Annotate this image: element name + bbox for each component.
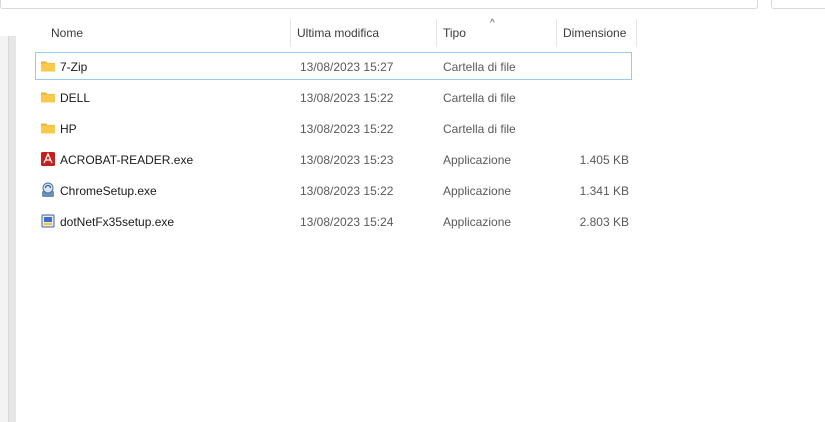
file-type: Applicazione: [443, 153, 512, 167]
file-row[interactable]: ChromeSetup.exe 13/08/2023 15:22 Applica…: [35, 176, 632, 204]
file-name: HP: [60, 122, 77, 136]
file-modified: 13/08/2023 15:23: [300, 153, 394, 167]
file-name: ACROBAT-READER.exe: [60, 153, 194, 167]
file-type: Cartella di file: [443, 60, 516, 74]
file-type: Applicazione: [443, 184, 512, 198]
folder-icon: [40, 58, 56, 74]
file-name: 7-Zip: [60, 60, 88, 74]
navigation-scrollbar[interactable]: [8, 36, 16, 422]
folder-icon: [40, 89, 56, 105]
file-name: dotNetFx35setup.exe: [60, 215, 175, 229]
column-header-size[interactable]: Dimensione: [557, 19, 637, 47]
file-size: 1.405 KB: [579, 153, 629, 167]
column-header-type[interactable]: Tipo: [437, 19, 557, 47]
file-type: Applicazione: [443, 215, 512, 229]
file-size: 2.803 KB: [579, 215, 629, 229]
file-row[interactable]: dotNetFx35setup.exe 13/08/2023 15:24 App…: [35, 207, 632, 235]
file-row[interactable]: ACROBAT-READER.exe 13/08/2023 15:23 Appl…: [35, 145, 632, 173]
column-header-bar: Nome Ultima modifica Tipo Dimensione ^: [36, 18, 637, 47]
file-size: [556, 115, 629, 141]
navigation-pane-edge: [0, 36, 16, 422]
file-row[interactable]: DELL 13/08/2023 15:22 Cartella di file: [35, 83, 632, 111]
address-bar[interactable]: [0, 0, 758, 9]
file-row[interactable]: 7-Zip 13/08/2023 15:27 Cartella di file: [35, 52, 632, 80]
file-modified: 13/08/2023 15:24: [300, 215, 394, 229]
column-header-name[interactable]: Nome: [36, 19, 291, 47]
file-type: Cartella di file: [443, 91, 516, 105]
file-name: DELL: [60, 91, 91, 105]
file-modified: 13/08/2023 15:22: [300, 91, 394, 105]
file-modified: 13/08/2023 15:22: [300, 122, 394, 136]
folder-icon: [40, 120, 56, 136]
file-size: [556, 84, 629, 110]
acrobat-icon: [40, 151, 56, 167]
column-header-modified[interactable]: Ultima modifica: [291, 19, 437, 47]
setup-icon: [40, 213, 56, 229]
file-size: [556, 53, 629, 79]
file-modified: 13/08/2023 15:27: [300, 60, 394, 74]
file-modified: 13/08/2023 15:22: [300, 184, 394, 198]
file-row[interactable]: HP 13/08/2023 15:22 Cartella di file: [35, 114, 632, 142]
search-box[interactable]: [771, 0, 825, 9]
installer-icon: [40, 182, 56, 198]
file-type: Cartella di file: [443, 122, 516, 136]
file-name: ChromeSetup.exe: [60, 184, 157, 198]
file-size: 1.341 KB: [579, 184, 629, 198]
sort-ascending-icon: ^: [490, 18, 495, 29]
